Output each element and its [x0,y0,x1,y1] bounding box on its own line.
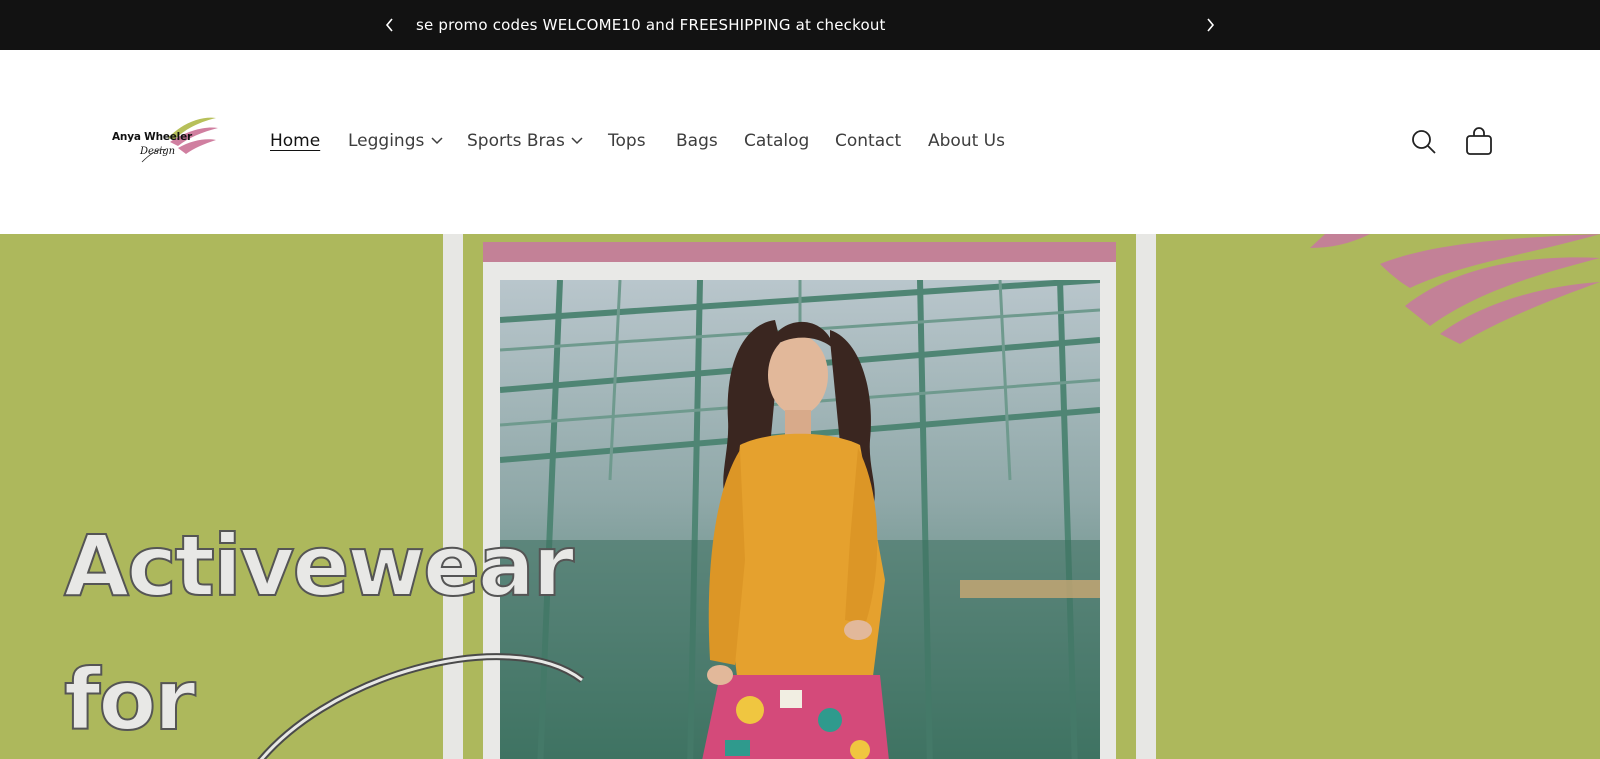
announcement-bar: se promo codes WELCOME10 and FREESHIPPIN… [0,0,1600,50]
chevron-right-icon [1207,18,1215,32]
announcement-text: se promo codes WELCOME10 and FREESHIPPIN… [416,16,886,34]
cart-button[interactable] [1459,122,1499,162]
nav-item-label: Contact [835,131,902,151]
search-icon [1412,130,1436,154]
hero-banner[interactable]: Activewear for [0,234,1600,759]
nav-item-label: Catalog [744,131,810,151]
nav-item-leggings[interactable]: Leggings [348,126,443,156]
hero-photo-illustration [500,280,1100,759]
cart-icon [1466,127,1492,155]
nav-item-label: Bags [676,131,718,151]
nav-item-bags[interactable]: Bags [676,126,718,156]
chevron-down-icon [571,137,583,145]
decorative-brush-strokes [1310,234,1600,344]
nav-item-contact[interactable]: Contact [835,126,901,156]
nav-item-label: Home [270,131,321,151]
hero-photo [500,280,1100,759]
nav-item-label: About Us [928,131,1005,151]
decorative-arc [257,653,585,759]
hero-headline-line1: Activewear [63,517,575,615]
nav-item-catalog[interactable]: Catalog [744,126,809,156]
chevron-down-icon [431,137,443,145]
nav-item-about-us[interactable]: About Us [928,126,1005,156]
site-header: Anya Wheeler Design Home Leggings Sports… [0,50,1600,234]
nav-item-label: Sports Bras [467,131,565,151]
main-nav: Home Leggings Sports Bras Tops Bags Cata… [0,126,1600,156]
hero-headline-line2: for [63,651,197,749]
search-button[interactable] [1404,122,1444,162]
announcement-prev-button[interactable] [375,10,405,40]
nav-item-tops[interactable]: Tops [608,126,646,156]
nav-item-home[interactable]: Home [270,126,320,156]
photo-frame-accent [483,242,1116,262]
chevron-left-icon [385,18,393,32]
nav-item-label: Leggings [348,131,425,151]
nav-item-sports-bras[interactable]: Sports Bras [467,126,583,156]
announcement-next-button[interactable] [1195,10,1225,40]
nav-item-label: Tops [608,131,646,151]
